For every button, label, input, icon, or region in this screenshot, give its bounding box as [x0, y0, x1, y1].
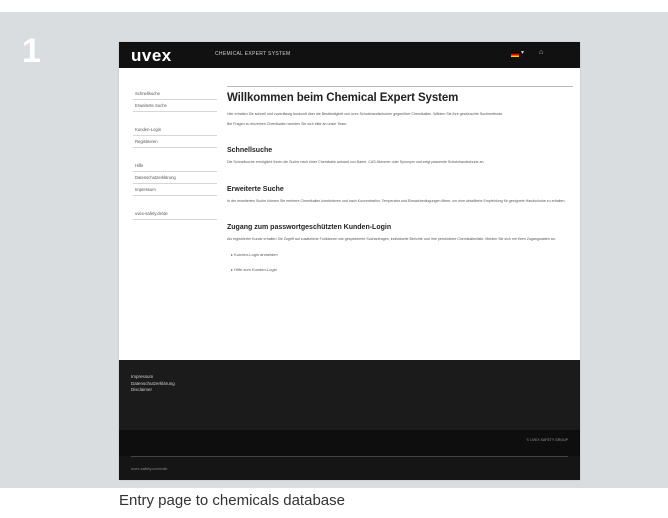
sidebar-item-advanced-search[interactable]: Erweiterte Suche [133, 100, 217, 112]
intro-paragraph-2: Bei Fragen zu einzelnen Chemikalien wend… [227, 122, 348, 127]
footer-links-area: Impressum Datenschutzerklärung Disclaime… [119, 360, 580, 430]
uvex-logo[interactable]: uvex [131, 46, 172, 66]
sidebar-item-privacy[interactable]: Datenschutzerklärung [133, 172, 217, 184]
user-icon[interactable]: ⌂ [539, 49, 543, 56]
page-title: Willkommen beim Chemical Expert System [227, 92, 459, 104]
sidebar-item-quick-search[interactable]: Schnellsuche [133, 88, 217, 100]
link-login[interactable]: Kunden-Login anmelden [231, 252, 573, 257]
section-title-advanced-search[interactable]: Erweiterte Suche [227, 186, 573, 193]
screenshot-panel: 1 uvex CHEMICAL EXPERT SYSTEM ▾ ⌂ Schnel… [0, 12, 668, 488]
sidebar-item-register[interactable]: Registrieren [133, 136, 217, 148]
footer-url-bar: uvex-safety.com/cdb [119, 456, 580, 480]
chevron-down-icon[interactable]: ▾ [521, 49, 524, 56]
section-text-customer-login: Als registrierter Kunde erhalten Sie Zug… [227, 236, 556, 241]
footer-copyright-bar: © UVEX SAFETY GROUP [119, 430, 580, 456]
app-title: CHEMICAL EXPERT SYSTEM [215, 51, 291, 57]
sidebar-item-login[interactable]: Kunden-Login [133, 124, 217, 136]
link-login-help[interactable]: Hilfe zum Kunden-Login [231, 267, 573, 272]
top-navigation-bar: uvex CHEMICAL EXPERT SYSTEM ▾ ⌂ [119, 42, 580, 68]
sidebar-item-help[interactable]: Hilfe [133, 160, 217, 172]
step-number: 1 [22, 32, 41, 70]
section-title-quick-search[interactable]: Schnellsuche [227, 147, 573, 154]
section-text-advanced-search: In der erweiterten Suche können Sie mehr… [227, 198, 566, 203]
footer-url[interactable]: uvex-safety.com/cdb [131, 466, 167, 471]
section-text-quick-search: Die Schnellsuche ermöglicht Ihnen die Su… [227, 160, 485, 165]
intro-paragraph: Hier erhalten Sie schnell und zuverlässi… [227, 112, 504, 116]
sidebar-navigation: Schnellsuche Erweiterte Suche Kunden-Log… [133, 88, 217, 220]
footer-link-disclaimer[interactable]: Disclaimer [131, 387, 175, 394]
sidebar-item-imprint[interactable]: Impressum [133, 184, 217, 196]
figure-caption: Entry page to chemicals database [119, 492, 345, 509]
copyright-text: © UVEX SAFETY GROUP [526, 438, 568, 442]
divider [227, 86, 573, 87]
website-screenshot: uvex CHEMICAL EXPERT SYSTEM ▾ ⌂ Schnells… [119, 42, 580, 480]
main-content: Willkommen beim Chemical Expert System H… [227, 86, 573, 272]
section-title-customer-login[interactable]: Zugang zum passwortgeschützten Kunden-Lo… [227, 224, 573, 231]
flag-icon[interactable] [511, 52, 519, 57]
sidebar-item-external-site[interactable]: uvex-safety.de/de [133, 208, 217, 220]
